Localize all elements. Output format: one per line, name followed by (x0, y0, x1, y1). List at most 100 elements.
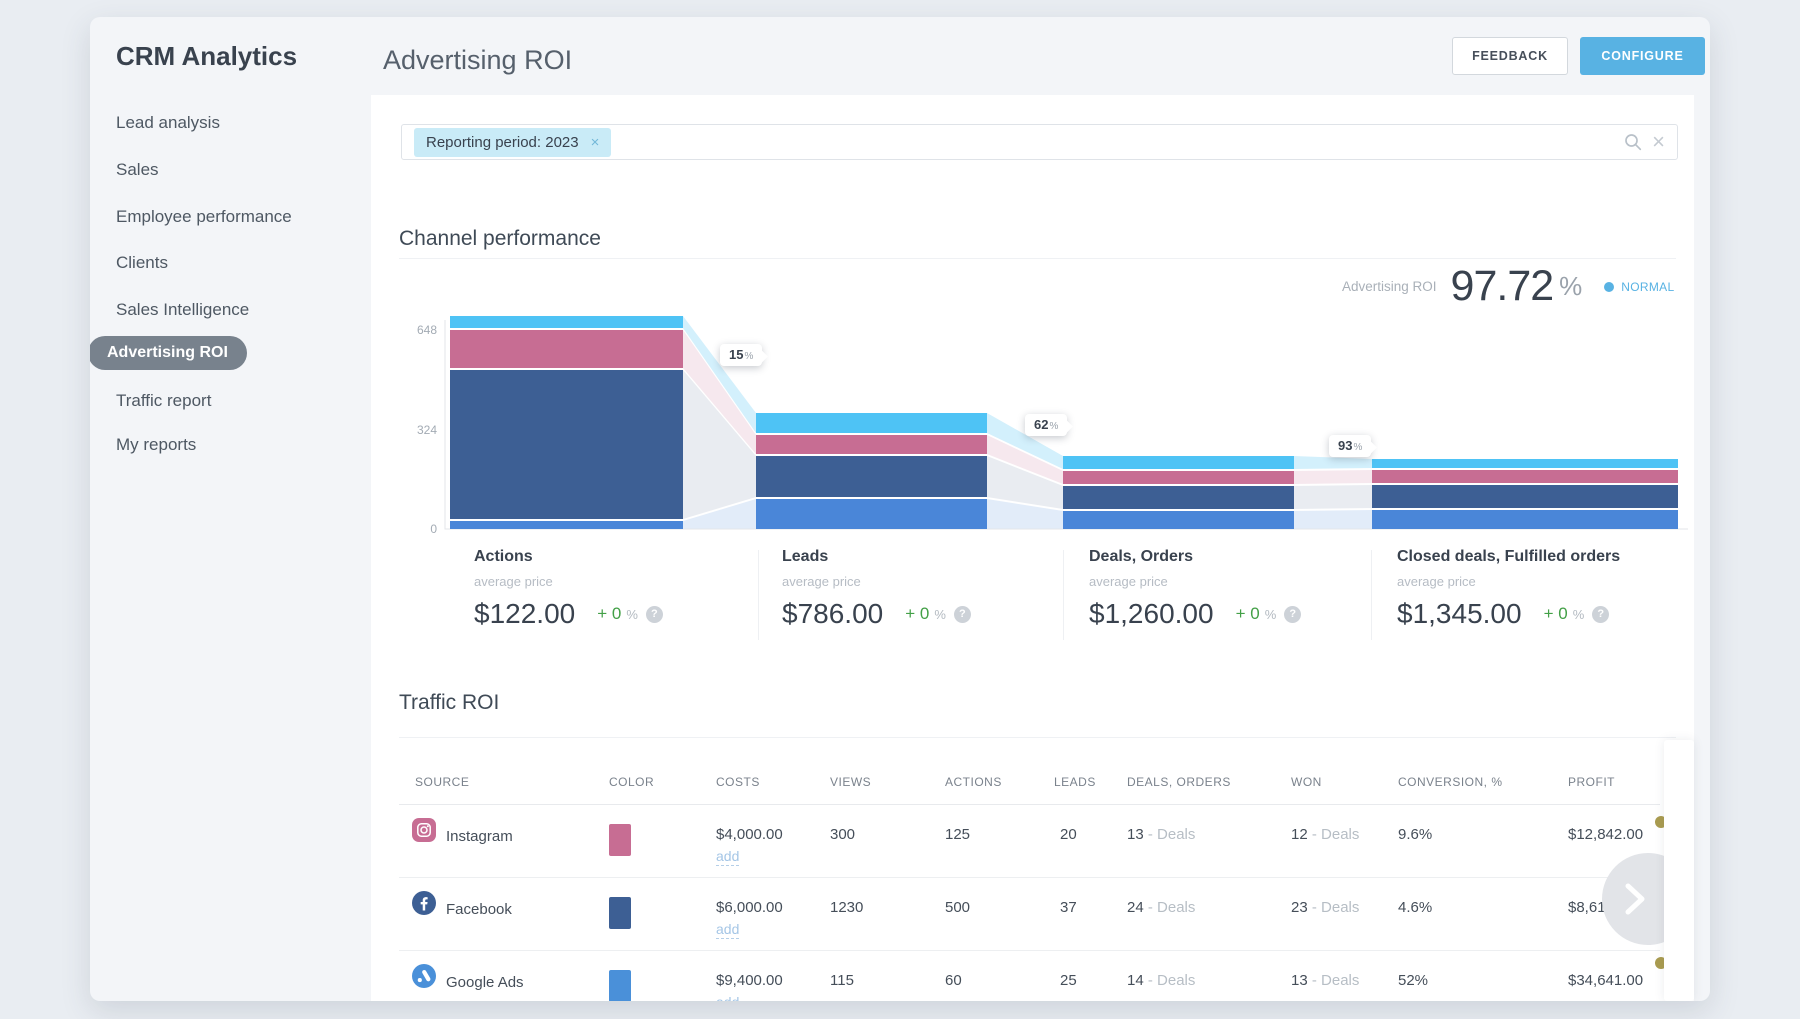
column-header-source: SOURCE (415, 775, 469, 789)
metric-title: Leads (782, 548, 1072, 566)
feedback-button[interactable]: FEEDBACK (1452, 37, 1568, 75)
leads-value: 37 (1060, 899, 1077, 916)
add-cost-link[interactable]: add (716, 848, 739, 866)
column-header-leads: LEADS (1054, 775, 1096, 789)
metric-subtitle: average price (1397, 574, 1687, 589)
funnel-segment-leads-blue[interactable] (756, 499, 987, 529)
metric-unit: % (1573, 607, 1585, 622)
sidebar-item-my-reports[interactable]: My reports (116, 435, 196, 455)
configure-button[interactable]: CONFIGURE (1580, 37, 1705, 75)
section-heading-traffic: Traffic ROI (399, 691, 499, 715)
table-row-instagram[interactable]: Instagram$4,000.00add3001252013 - Deals1… (399, 804, 1660, 878)
y-tick-label: 324 (417, 423, 437, 437)
help-icon[interactable]: ? (954, 606, 971, 623)
column-header-profit: PROFIT (1568, 775, 1615, 789)
conversion-label: 62% (1025, 414, 1067, 436)
funnel-connector-blue (1294, 510, 1372, 529)
instagram-icon (412, 818, 436, 842)
add-cost-link[interactable]: add (716, 994, 739, 1001)
status-badge: NORMAL (1621, 280, 1674, 294)
won-value: 23 - Deals (1291, 899, 1359, 916)
app-title: CRM Analytics (116, 41, 297, 72)
deals-value: 24 - Deals (1127, 899, 1195, 916)
funnel-segment-leads-navy[interactable] (756, 456, 987, 497)
filter-bar[interactable]: Reporting period: 2023 × × (401, 124, 1678, 160)
funnel-segment-leads-pink[interactable] (756, 435, 987, 454)
divider (399, 737, 1676, 738)
sidebar-item-lead-analysis[interactable]: Lead analysis (116, 113, 220, 133)
sidebar-item-advertising-roi[interactable]: Advertising ROI (90, 336, 247, 370)
metric-title: Closed deals, Fulfilled orders (1397, 548, 1687, 566)
costs-value: $6,000.00 (716, 899, 783, 916)
sidebar-item-clients[interactable]: Clients (116, 253, 168, 273)
metric-title: Deals, Orders (1089, 548, 1379, 566)
column-header-won: WON (1291, 775, 1322, 789)
metric-unit: % (626, 607, 638, 622)
won-value: 12 - Deals (1291, 826, 1359, 843)
sidebar-item-sales[interactable]: Sales (116, 160, 159, 180)
deals-value: 13 - Deals (1127, 826, 1195, 843)
app-window: CRM Analytics Lead analysis Sales Employee… (90, 17, 1710, 1001)
metric-delta: + 0 (905, 604, 929, 624)
metric-actions: Actions average price $122.00+ 0%? (474, 548, 764, 630)
funnel-segment-actions-blue[interactable] (450, 521, 683, 529)
funnel-segment-actions-sky[interactable] (450, 316, 683, 328)
funnel-segment-deals-orders-sky[interactable] (1063, 456, 1294, 469)
help-icon[interactable]: ? (646, 606, 663, 623)
funnel-segment-leads-sky[interactable] (756, 413, 987, 433)
conversion-value: 4.6% (1398, 899, 1432, 916)
funnel-segment-actions-pink[interactable] (450, 330, 683, 368)
search-icon[interactable] (1623, 132, 1643, 152)
sidebar-item-traffic-report[interactable]: Traffic report (116, 391, 211, 411)
actions-value: 125 (945, 826, 970, 843)
sidebar-item-employee-performance[interactable]: Employee performance (116, 207, 292, 227)
metric-subtitle: average price (1089, 574, 1379, 589)
metric-leads: Leads average price $786.00 + 0%? (782, 548, 1072, 630)
actions-value: 500 (945, 899, 970, 916)
metric-deals-orders: Deals, Ordersaverage price$1,260.00+ 0%? (1089, 548, 1379, 630)
funnel-segment-actions-navy[interactable] (450, 370, 683, 519)
roi-label: Advertising ROI (1342, 279, 1437, 294)
metric-value: $1,260.00 (1089, 598, 1214, 630)
views-value: 115 (830, 972, 854, 989)
metric-subtitle: average price (474, 574, 764, 589)
funnel-connector-pink (1294, 470, 1372, 484)
metric-value-row: $1,345.00+ 0%? (1397, 598, 1687, 630)
metric-unit: % (934, 607, 946, 622)
funnel-chart: 032464815%62%93% (399, 300, 1690, 545)
leads-value: 20 (1060, 826, 1077, 843)
metric-value-row: $122.00+ 0%? (474, 598, 764, 630)
conversion-label: 15% (720, 344, 762, 366)
conversion-label: 93% (1329, 435, 1371, 457)
funnel-segment-deals-orders-pink[interactable] (1063, 471, 1294, 484)
funnel-connector-navy (1294, 485, 1372, 509)
table-scrollbar-track[interactable] (1664, 740, 1694, 1001)
profit-value: $34,641.00 (1568, 972, 1643, 989)
help-icon[interactable]: ? (1284, 606, 1301, 623)
sidebar-item-sales-intelligence[interactable]: Sales Intelligence (116, 300, 249, 320)
funnel-segment-closed-deals-fulfilled-orders-blue[interactable] (1372, 510, 1678, 529)
add-cost-link[interactable]: add (716, 921, 739, 939)
metric-value: $786.00 (782, 598, 883, 630)
won-value: 13 - Deals (1291, 972, 1359, 989)
funnel-segment-closed-deals-fulfilled-orders-sky[interactable] (1372, 459, 1678, 468)
googleads-icon (412, 964, 436, 988)
funnel-segment-closed-deals-fulfilled-orders-pink[interactable] (1372, 470, 1678, 483)
status-dot (1604, 282, 1614, 292)
page-title: Advertising ROI (383, 45, 572, 76)
funnel-segment-deals-orders-navy[interactable] (1063, 486, 1294, 509)
table-row-google-ads[interactable]: Google Ads$9,400.00add115602514 - Deals1… (399, 950, 1660, 1001)
source-name: Instagram (446, 828, 513, 845)
metric-title: Actions (474, 548, 764, 566)
funnel-segment-deals-orders-blue[interactable] (1063, 511, 1294, 529)
table-row-facebook[interactable]: Facebook$6,000.00add12305003724 - Deals2… (399, 877, 1660, 951)
filter-chip[interactable]: Reporting period: 2023 × (414, 128, 611, 157)
metric-value: $1,345.00 (1397, 598, 1522, 630)
clear-icon[interactable]: × (1652, 131, 1665, 153)
metric-subtitle: average price (782, 574, 1072, 589)
section-heading-channel: Channel performance (399, 227, 601, 251)
chip-remove-icon[interactable]: × (591, 135, 600, 150)
color-swatch (609, 897, 631, 929)
funnel-segment-closed-deals-fulfilled-orders-navy[interactable] (1372, 485, 1678, 508)
help-icon[interactable]: ? (1592, 606, 1609, 623)
